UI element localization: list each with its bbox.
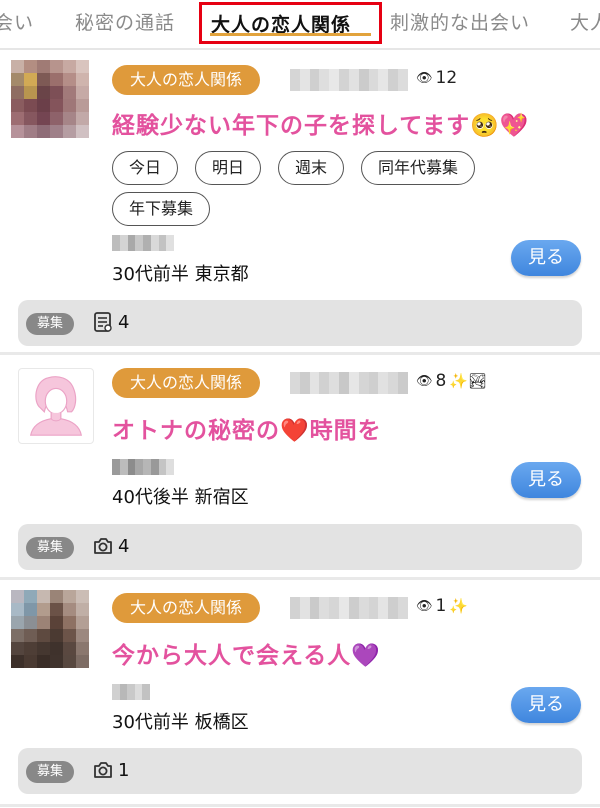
category-badge: 大人の恋人関係 xyxy=(112,593,261,623)
tab-secret-call[interactable]: 秘密の通話 xyxy=(75,8,175,35)
age-location: 30代前半 板橋区 xyxy=(112,712,249,733)
view-button[interactable]: 見る xyxy=(511,687,581,723)
sparkle-image-icons: ✨🏞 xyxy=(449,372,488,390)
tag-today: 今日 xyxy=(112,151,179,185)
tag-tomorrow: 明日 xyxy=(195,151,262,185)
tab-deai[interactable]: 出会い xyxy=(0,8,34,35)
recruit-badge: 募集 xyxy=(26,313,75,335)
tab-adult[interactable]: 大人 xyxy=(570,8,600,35)
post-title[interactable]: 今から大人で会える人💜 xyxy=(112,636,381,670)
camera-icon xyxy=(94,538,112,554)
card-divider xyxy=(0,804,600,807)
blurred-username xyxy=(290,597,408,619)
eye-icon: 👁 xyxy=(416,598,433,614)
post-thumbnail[interactable] xyxy=(11,60,89,138)
view-count: 👁 1 ✨ xyxy=(416,596,468,616)
age-location: 30代前半 東京都 xyxy=(112,264,249,285)
post-title[interactable]: 経験少ない年下の子を探してます🥺💖 xyxy=(112,106,529,140)
recruit-badge: 募集 xyxy=(26,761,75,783)
photo-count: 1 xyxy=(118,760,130,781)
female-silhouette-icon xyxy=(29,376,83,436)
post-card[interactable]: 大人の恋人関係 👁 8 ✨🏞 オトナの秘密の❤️時間を 40代後半 新宿区 見る 募… xyxy=(0,355,600,577)
tab-adult-relationship[interactable]: 大人の恋人関係 xyxy=(199,2,382,44)
tag-same-age: 同年代募集 xyxy=(361,151,476,185)
blurred-username xyxy=(290,372,408,394)
view-button[interactable]: 見る xyxy=(511,462,581,498)
blurred-username xyxy=(290,69,408,91)
view-count-value: 12 xyxy=(435,68,458,88)
photo-count: 4 xyxy=(118,536,130,557)
tag-younger: 年下募集 xyxy=(112,192,211,226)
view-count: 👁 8 ✨🏞 xyxy=(416,371,487,391)
post-card[interactable]: 大人の恋人関係 👁 1 ✨ 今から大人で会える人💜 30代前半 板橋区 見る 募集 … xyxy=(0,580,600,806)
blurred-profile-text xyxy=(112,459,174,475)
category-badge: 大人の恋人関係 xyxy=(112,65,261,95)
view-count: 👁 12 xyxy=(416,68,457,88)
tag-weekend: 週末 xyxy=(278,151,345,185)
sparkle-icon: ✨ xyxy=(449,597,469,615)
document-icon xyxy=(94,312,112,332)
active-tab-underline xyxy=(210,33,371,36)
category-tab-bar: 出会い 秘密の通話 大人の恋人関係 刺激的な出会い 大人 xyxy=(0,0,600,48)
tab-bar-divider xyxy=(0,48,600,50)
view-button[interactable]: 見る xyxy=(511,240,581,276)
eye-icon: 👁 xyxy=(416,70,433,86)
recruit-badge: 募集 xyxy=(26,537,75,559)
age-location: 40代後半 新宿区 xyxy=(112,487,249,508)
post-card[interactable]: 大人の恋人関係 👁 12 経験少ない年下の子を探してます🥺💖 今日 明日 週末 同… xyxy=(0,52,600,352)
post-footer: 募集 4 xyxy=(18,524,582,570)
post-title[interactable]: オトナの秘密の❤️時間を xyxy=(112,411,382,445)
tab-exciting-encounter[interactable]: 刺激的な出会い xyxy=(390,8,530,35)
post-footer: 募集 1 xyxy=(18,748,582,794)
default-avatar-image[interactable] xyxy=(18,368,94,444)
category-badge: 大人の恋人関係 xyxy=(112,368,261,398)
post-footer: 募集 4 xyxy=(18,300,582,346)
post-thumbnail[interactable] xyxy=(11,590,89,668)
view-count-value: 8 xyxy=(435,371,447,391)
blurred-profile-text xyxy=(112,684,150,700)
blurred-profile-text xyxy=(112,235,174,251)
view-count-value: 1 xyxy=(435,596,447,616)
attachment-count: 4 xyxy=(118,312,130,333)
eye-icon: 👁 xyxy=(416,373,433,389)
camera-icon xyxy=(94,762,112,778)
